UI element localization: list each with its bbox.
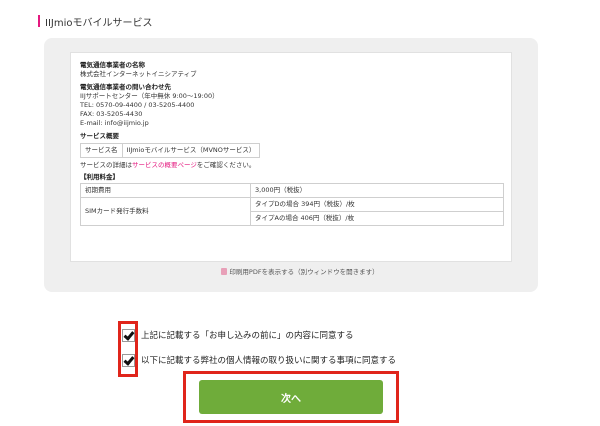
agree-label-2[interactable]: 以下に記載する弊社の個人情報の取り扱いに関する事項に同意する [141, 355, 396, 367]
service-overview-link[interactable]: サービスの概要ページ [132, 161, 197, 169]
checkmark-icon [123, 329, 135, 341]
print-pdf-link-text[interactable]: 印刷用PDFを表示する（別ウィンドウを開きます） [229, 268, 378, 276]
service-detail-prefix: サービスの詳細は [80, 161, 132, 169]
service-title: サービス概要 [80, 132, 119, 140]
table-row: SIMカード発行手数料 タイプDの場合 394円（税抜）/枚 [80, 197, 504, 226]
provider-name: 株式会社インターネットイニシアティブ [80, 70, 197, 78]
sim-fee-type-a: タイプAの場合 406円（税抜）/枚 [250, 211, 504, 226]
page-title: IIJmioモバイルサービス [38, 14, 153, 29]
initial-fee-label: 初期費用 [80, 183, 251, 198]
fee-title: 【利用料金】 [80, 173, 119, 181]
contact-title: 電気通信事業者の問い合わせ先 [80, 83, 171, 91]
contact-line: FAX: 03-5205-4430 [80, 110, 143, 118]
table-row: 初期費用 3,000円（税抜） [80, 183, 504, 198]
service-detail: サービスの詳細はサービスの概要ページをご確認ください。 [80, 161, 503, 170]
next-button[interactable]: 次へ [199, 380, 383, 414]
page-title-text: IIJmioモバイルサービス [45, 17, 153, 29]
service-name-value: IIJmioモバイルサービス（MVNOサービス） [121, 143, 261, 158]
initial-fee-value: 3,000円（税抜） [250, 183, 504, 198]
service-detail-suffix: をご確認ください。 [196, 161, 256, 169]
fee-table: 初期費用 3,000円（税抜） SIMカード発行手数料 タイプDの場合 394円… [80, 183, 504, 226]
title-accent-bar [38, 15, 40, 27]
contact-line: TEL: 0570-09-4400 / 03-5205-4400 [80, 101, 195, 109]
contact-line: IIJサポートセンター（年中無休 9:00〜19:00） [80, 92, 219, 100]
sim-fee-label: SIMカード発行手数料 [80, 197, 251, 226]
agree-label-1[interactable]: 上記に記載する「お申し込みの前に」の内容に同意する [141, 330, 354, 342]
service-document[interactable]: 電気通信事業者の名称 株式会社インターネットイニシアティブ 電気通信事業者の問い… [70, 52, 512, 262]
print-pdf-link[interactable]: 印刷用PDFを表示する（別ウィンドウを開きます） [0, 266, 600, 276]
contact-line: E-mail: info@iijmio.jp [80, 119, 149, 127]
provider-name-title: 電気通信事業者の名称 [80, 61, 145, 69]
service-table: サービス名 IIJmioモバイルサービス（MVNOサービス） [80, 143, 261, 158]
agree-checkbox-2[interactable] [122, 354, 135, 367]
pdf-icon [221, 268, 228, 275]
checkmark-icon [123, 354, 135, 366]
sim-fee-type-d: タイプDの場合 394円（税抜）/枚 [250, 197, 504, 212]
agree-checkbox-1[interactable] [122, 329, 135, 342]
service-name-label: サービス名 [80, 143, 123, 158]
